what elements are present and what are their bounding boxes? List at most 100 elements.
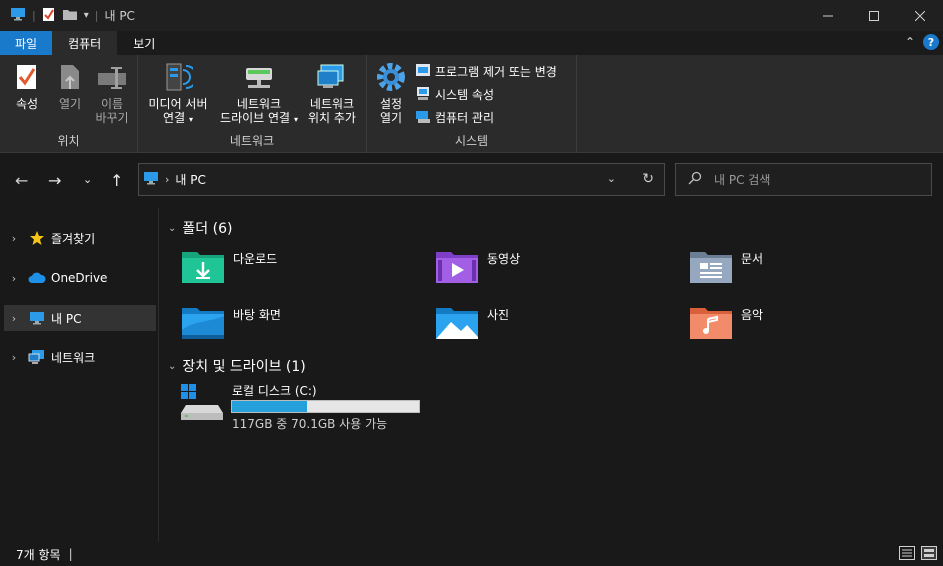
refresh-icon[interactable]: ↻	[642, 171, 654, 187]
nav-item-network[interactable]: › 네트워크	[4, 344, 156, 370]
group-location: 속성 열기 이름 바꾸기 위치	[0, 55, 138, 153]
tab-view[interactable]: 보기	[117, 31, 171, 55]
customize-dropdown-icon[interactable]: ▾	[84, 10, 89, 21]
devices-section-header[interactable]: ⌄ 장치 및 드라이브 (1)	[168, 356, 306, 376]
status-separator: |	[68, 547, 73, 561]
settings-label-2: 열기	[379, 111, 403, 125]
media-server-label-2-wrap: 연결 ▾	[163, 111, 193, 127]
chevron-down-icon: ▾	[293, 115, 298, 124]
group-system: 설정 열기 프로그램 제거 또는 변경 시스템 속성 컴퓨터 관리 시스템	[367, 55, 577, 153]
devices-section-title: 장치 및 드라이브 (1)	[182, 359, 306, 375]
minimize-button[interactable]	[805, 0, 851, 31]
group-network-label: 네트워크	[229, 134, 275, 148]
rename-label-2: 바꾸기	[95, 111, 129, 125]
pictures-folder-icon	[436, 308, 478, 339]
collapse-ribbon-icon[interactable]: ⌃	[905, 35, 915, 49]
expand-chevron-icon[interactable]: ›	[4, 351, 24, 364]
computer-management-button[interactable]: 컴퓨터 관리	[415, 107, 494, 127]
drive-name: 로컬 디스크 (C:)	[232, 384, 317, 398]
up-arrow-icon[interactable]: ↑	[110, 171, 123, 190]
rename-icon	[96, 61, 128, 93]
back-arrow-icon[interactable]: ←	[15, 171, 28, 190]
system-properties-icon	[415, 85, 431, 104]
expand-chevron-icon[interactable]: ›	[4, 272, 24, 285]
expand-chevron-icon[interactable]: ›	[4, 312, 24, 325]
nav-item-label: 내 PC	[51, 311, 82, 326]
computer-management-label: 컴퓨터 관리	[435, 110, 495, 125]
breadcrumb-chevron-icon[interactable]: ›	[165, 173, 169, 186]
search-input[interactable]	[714, 172, 914, 187]
folder-pictures[interactable]: 사진	[435, 304, 509, 340]
uninstall-label: 프로그램 제거 또는 변경	[435, 64, 557, 79]
drive-usage-fill	[232, 401, 307, 412]
new-folder-icon[interactable]	[62, 8, 78, 24]
folder-documents[interactable]: 문서	[689, 248, 763, 284]
folder-name: 음악	[741, 308, 764, 322]
folders-section-title: 폴더 (6)	[182, 221, 233, 237]
uninstall-program-button[interactable]: 프로그램 제거 또는 변경	[415, 61, 557, 81]
music-folder-icon	[690, 308, 732, 339]
address-bar[interactable]: › 내 PC ⌄ ↻	[138, 163, 665, 196]
media-server-icon	[162, 61, 194, 93]
tab-file[interactable]: 파일	[0, 31, 53, 55]
add-network-location-button[interactable]: 네트워크 위치 추가	[304, 61, 360, 125]
folder-name: 다운로드	[233, 252, 278, 266]
document-folder-icon	[690, 252, 732, 283]
group-location-label: 위치	[57, 134, 80, 148]
breadcrumb[interactable]: 내 PC	[175, 171, 205, 188]
nav-item-quick-access[interactable]: › 즐겨찾기	[4, 225, 156, 251]
nav-item-label: OneDrive	[51, 271, 108, 285]
window-controls	[805, 0, 943, 31]
map-drive-label-2-wrap: 드라이브 연결 ▾	[220, 111, 298, 127]
large-icons-view-icon[interactable]	[921, 546, 937, 560]
folder-name: 바탕 화면	[233, 308, 281, 322]
quick-access-separator: |	[32, 9, 36, 22]
maximize-button[interactable]	[851, 0, 897, 31]
folder-music[interactable]: 음악	[689, 304, 763, 340]
open-button[interactable]: 열기	[52, 61, 88, 111]
map-drive-label-1: 네트워크	[236, 97, 282, 111]
close-button[interactable]	[897, 0, 943, 31]
drive-c[interactable]	[180, 383, 224, 426]
properties-button[interactable]: 속성	[8, 61, 46, 111]
tab-computer[interactable]: 컴퓨터	[52, 31, 118, 55]
folder-desktop[interactable]: 바탕 화면	[181, 304, 281, 340]
folder-videos[interactable]: 동영상	[435, 248, 520, 284]
recent-locations-chevron-icon[interactable]: ⌄	[83, 173, 92, 186]
local-disk-icon	[181, 384, 223, 420]
desktop-folder-icon	[182, 308, 224, 339]
video-folder-icon	[436, 252, 478, 283]
nav-item-this-pc[interactable]: › 내 PC	[4, 305, 156, 331]
add-location-label-2: 위치 추가	[308, 111, 356, 125]
help-icon[interactable]: ?	[923, 34, 939, 50]
nav-item-onedrive[interactable]: › OneDrive	[4, 265, 156, 291]
folder-name: 동영상	[487, 252, 521, 266]
open-settings-button[interactable]: 설정 열기	[373, 61, 409, 125]
folder-downloads[interactable]: 다운로드	[181, 248, 277, 284]
rename-button[interactable]: 이름 바꾸기	[92, 61, 132, 125]
search-box[interactable]	[675, 163, 932, 196]
map-drive-label-2: 드라이브 연결	[220, 111, 291, 125]
group-network: 미디어 서버 연결 ▾ 네트워크 드라이브 연결 ▾ 네트워크 위치 추가 네트…	[138, 55, 367, 153]
open-file-icon	[54, 61, 86, 93]
media-server-button[interactable]: 미디어 서버 연결 ▾	[144, 61, 212, 127]
rename-label-1: 이름	[100, 97, 124, 111]
forward-arrow-icon[interactable]: →	[48, 171, 61, 190]
quick-access-toolbar: | ▾ |	[0, 7, 98, 25]
system-properties-button[interactable]: 시스템 속성	[415, 84, 494, 104]
map-network-drive-button[interactable]: 네트워크 드라이브 연결 ▾	[214, 61, 304, 127]
expand-chevron-icon[interactable]: ›	[4, 232, 24, 245]
collapse-chevron-icon[interactable]: ⌄	[168, 361, 176, 372]
folder-name: 사진	[487, 308, 510, 322]
media-server-label-1: 미디어 서버	[148, 97, 208, 111]
details-view-icon[interactable]	[899, 546, 915, 560]
content-pane: ⌄ 폴더 (6) 다운로드 동영상 문서 바탕 화면 사진 음악 ⌄ 장치 및 …	[160, 208, 943, 542]
ribbon-tabs: 파일 컴퓨터 보기 ⌃ ?	[0, 31, 943, 55]
window-title: 내 PC	[104, 9, 135, 23]
folders-section-header[interactable]: ⌄ 폴더 (6)	[168, 218, 232, 238]
properties-check-icon[interactable]	[42, 7, 56, 25]
network-drive-icon	[243, 61, 275, 93]
address-history-chevron-icon[interactable]: ⌄	[607, 172, 616, 185]
collapse-chevron-icon[interactable]: ⌄	[168, 223, 176, 234]
computer-icon	[28, 310, 46, 326]
